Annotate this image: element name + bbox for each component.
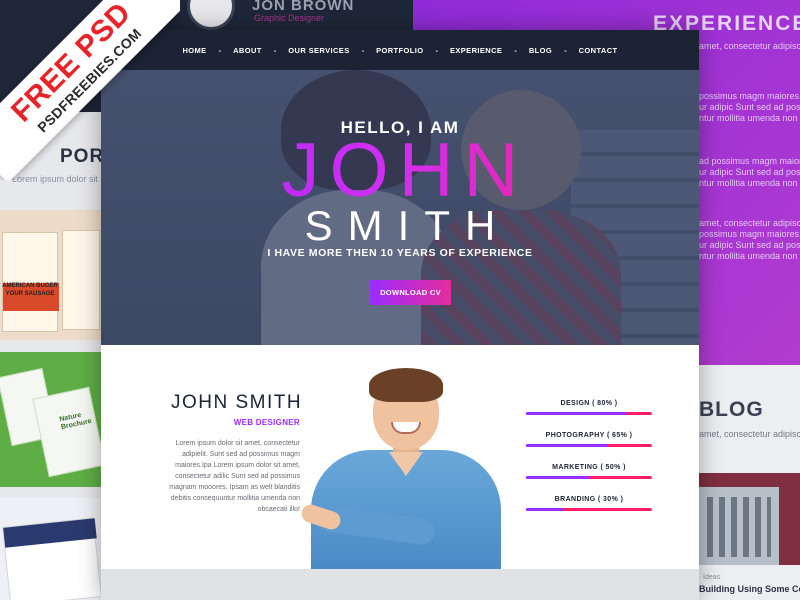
bg-experience-line: ntur mollitia umenda non ebr bbox=[699, 113, 800, 123]
skill-progress-bar bbox=[526, 508, 652, 511]
skill-progress-fill bbox=[526, 444, 608, 447]
bg-experience-line: ad possimus magm maiores.Ip bbox=[699, 156, 800, 166]
skill-item-marketing: MARKETING ( 50% ) bbox=[526, 464, 652, 484]
bg-experience-line: ur adipic Sunt sed ad posi bbox=[699, 240, 800, 250]
bg-blog-image bbox=[699, 473, 800, 565]
skill-label: BRANDING ( 30% ) bbox=[554, 496, 624, 503]
nav-separator: - bbox=[361, 45, 365, 55]
about-bio: Lorem ipsum dolor sit amet, consectetur … bbox=[169, 440, 300, 513]
skill-label: MARKETING ( 50% ) bbox=[552, 464, 626, 471]
skill-progress-fill bbox=[526, 508, 564, 511]
bg-flyer-card-2 bbox=[62, 230, 100, 330]
about-role: WEB DESIGNER bbox=[233, 418, 300, 427]
badge-ribbon: FREE PSD PSDFREEBIES.COM bbox=[0, 0, 180, 180]
nav-separator: - bbox=[564, 45, 567, 55]
bg-experience-line: possimus magm maiores.Ip bbox=[699, 229, 800, 239]
nav-item-home[interactable]: HOME bbox=[182, 46, 206, 55]
free-psd-badge: FREE PSD PSDFREEBIES.COM bbox=[0, 0, 180, 180]
skill-item-photography: PHOTOGRAPHY ( 65% ) bbox=[526, 432, 652, 452]
hero-tagline: I HAVE MORE THEN 10 YEARS OF EXPERIENCE bbox=[267, 247, 533, 259]
about-name: JOHN SMITH bbox=[171, 392, 303, 413]
bg-profile-name: JON BROWN bbox=[252, 0, 355, 14]
nav-menu: HOME - ABOUT - OUR SERVICES - PORTFOLIO … bbox=[101, 30, 699, 70]
nav-item-portfolio[interactable]: PORTFOLIO bbox=[376, 46, 423, 55]
hero-section: HELLO, I AM JOHN SMITH I HAVE MORE THEN … bbox=[101, 70, 699, 345]
bg-experience-line: ntur mollitia umenda non ebr bbox=[699, 251, 800, 261]
bg-profile-role: Graphic Designer bbox=[254, 13, 325, 23]
nav-separator: - bbox=[514, 45, 517, 55]
bg-experience-line: amet, consectetur adipiscing bbox=[699, 218, 800, 228]
bg-blog-caption: Building Using Some Color bbox=[699, 584, 800, 594]
bg-blog-tag: Ideas bbox=[703, 574, 721, 581]
skill-progress-fill bbox=[526, 476, 589, 479]
skill-progress-bar bbox=[526, 444, 652, 447]
nav-separator: - bbox=[435, 45, 438, 55]
skill-item-branding: BRANDING ( 30% ) bbox=[526, 496, 652, 516]
bg-portfolio-tile-resume bbox=[0, 498, 101, 600]
nav-item-contact[interactable]: CONTACT bbox=[579, 46, 618, 55]
bg-experience-line: amet, consectetur adipiscing bbox=[699, 41, 800, 51]
hero-first-name: JOHN bbox=[101, 133, 699, 209]
bg-blog-text: amet, consectetur adipiscing bbox=[699, 429, 800, 439]
bg-flyer-text: AMERICAN BUGER YOUR SAUSAGE bbox=[2, 283, 58, 297]
nav-separator: - bbox=[218, 45, 222, 55]
bg-experience-line: ur adipic Sunt sed ad posi bbox=[699, 102, 800, 112]
skill-label: PHOTOGRAPHY ( 65% ) bbox=[545, 432, 633, 439]
skill-label: DESIGN ( 80% ) bbox=[560, 400, 618, 407]
bg-avatar bbox=[187, 0, 235, 30]
next-section-strip bbox=[101, 569, 699, 600]
nav-item-our-services[interactable]: OUR SERVICES bbox=[288, 46, 349, 55]
top-navbar: HOME - ABOUT - OUR SERVICES - PORTFOLIO … bbox=[101, 30, 699, 70]
profile-photo bbox=[299, 360, 501, 569]
skill-item-design: DESIGN ( 80% ) bbox=[526, 400, 652, 420]
skill-progress-fill bbox=[526, 412, 627, 415]
bg-experience-line: possimus magm maiores.Ip bbox=[699, 91, 800, 101]
download-cv-button[interactable]: DOWNLOAD CV bbox=[370, 280, 451, 305]
nav-separator: - bbox=[273, 45, 277, 55]
about-section: JOHN SMITH WEB DESIGNER Lorem ipsum dolo… bbox=[101, 345, 699, 569]
skill-progress-bar bbox=[526, 476, 652, 479]
hero-last-name: SMITH bbox=[304, 202, 511, 249]
bg-portfolio-tile-food: AMERICAN BUGER YOUR SAUSAGE bbox=[0, 210, 101, 340]
bg-experience-line: ur adipic Sunt sed ad posi bbox=[699, 167, 800, 177]
bg-experience-line: ntur mollitia umenda non ebr bbox=[699, 178, 800, 188]
nav-item-experience[interactable]: EXPERIENCE bbox=[450, 46, 502, 55]
bg-portfolio-tile-brochure: Nature Brochure bbox=[0, 352, 101, 487]
skill-progress-bar bbox=[526, 412, 652, 415]
main-landing-page: HOME - ABOUT - OUR SERVICES - PORTFOLIO … bbox=[101, 30, 699, 600]
nav-item-about[interactable]: ABOUT bbox=[233, 46, 262, 55]
bg-blog-title: BLOG bbox=[699, 398, 764, 421]
nav-item-blog[interactable]: BLOG bbox=[529, 46, 552, 55]
